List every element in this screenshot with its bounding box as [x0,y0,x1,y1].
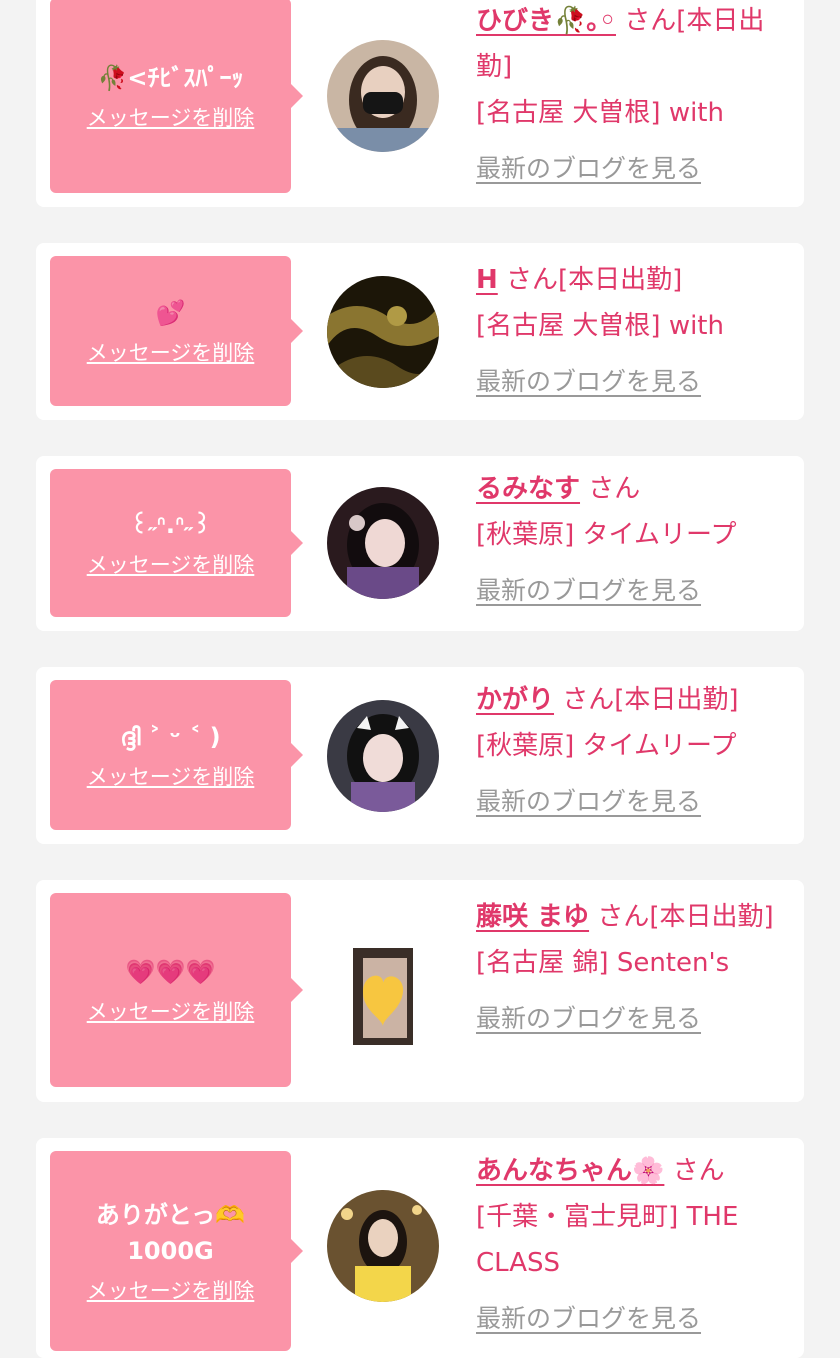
delete-message-link[interactable]: メッセージを削除 [87,996,255,1026]
message-text: ꒰˶ᐢ.ᐢ˶꒱ [129,511,212,539]
shop-name: [名古屋 大曽根] with [476,98,724,128]
delete-message-link[interactable]: メッセージを削除 [87,102,255,132]
message-card: 💗💗💗 メッセージを削除 藤咲 まゆ さん[本日出勤] [名古屋 錦] Sent… [36,880,804,1102]
message-text: 💗💗💗 [125,958,216,986]
message-text: 🥀<ﾁﾋﾞｽﾊﾟｰｯ [97,63,244,92]
message-card: 🥀<ﾁﾋﾞｽﾊﾟｰｯ メッセージを削除 ひびき🥀｡◦ さん[本日出勤] [名古屋… [36,0,804,207]
shop-name: [秋葉原] タイムリープ [476,731,737,761]
cast-name-link[interactable]: かがり [476,685,554,715]
avatar[interactable] [327,700,439,812]
avatar[interactable] [327,487,439,599]
blog-link[interactable]: 最新のブログを見る [476,146,701,192]
cast-status: さん[本日出勤] [506,265,683,295]
cast-name-link[interactable]: H [476,265,498,295]
blog-link[interactable]: 最新のブログを見る [476,359,701,405]
avatar[interactable] [327,276,439,388]
delete-message-link[interactable]: メッセージを削除 [87,1275,255,1305]
cast-info: かがり さん[本日出勤] [秋葉原] タイムリープ 最新のブログを見る [476,677,780,825]
message-card: 💕 メッセージを削除 H さん[本日出勤] [名古屋 大曽根] with 最新の… [36,243,804,420]
cast-status: さん [588,474,641,504]
cast-info: るみなす さん [秋葉原] タイムリープ 最新のブログを見る [476,466,780,614]
cast-status: さん[本日出勤] [562,685,739,715]
cast-info: ひびき🥀｡◦ さん[本日出勤] [名古屋 大曽根] with 最新のブログを見る [476,0,780,192]
message-card: ദ്ദി ˃ ᵕ ˂ ) メッセージを削除 かがり さん[本日出勤] [秋葉原]… [36,667,804,844]
shop-name: [名古屋 大曽根] with [476,311,724,341]
message-text: ദ്ദി ˃ ᵕ ˂ ) [120,723,221,751]
cast-name-link[interactable]: 藤咲 まゆ [476,902,589,932]
cast-status: さん [672,1156,725,1186]
cast-info: 藤咲 まゆ さん[本日出勤] [名古屋 錦] Senten's 最新のブログを見… [476,894,780,1042]
message-bubble: 💕 メッセージを削除 [50,256,303,406]
shop-name: [名古屋 錦] Senten's [476,948,730,978]
message-card: ありがとっ🫶 1000G メッセージを削除 あんなちゃん🌸 さん [千葉・富士見… [36,1138,804,1358]
cast-info: H さん[本日出勤] [名古屋 大曽根] with 最新のブログを見る [476,257,780,405]
blog-link[interactable]: 最新のブログを見る [476,1296,701,1342]
delete-message-link[interactable]: メッセージを削除 [87,549,255,579]
cast-name-link[interactable]: あんなちゃん🌸 [476,1156,664,1186]
cast-name-link[interactable]: ひびき🥀｡◦ [476,6,616,36]
message-text: ありがとっ🫶 1000G [95,1201,246,1265]
message-card: ꒰˶ᐢ.ᐢ˶꒱ メッセージを削除 るみなす さん [秋葉原] タイムリープ 最新… [36,456,804,631]
message-bubble: ദ്ദി ˃ ᵕ ˂ ) メッセージを削除 [50,680,303,830]
cast-name-link[interactable]: るみなす [476,474,580,504]
blog-link[interactable]: 最新のブログを見る [476,779,701,825]
avatar[interactable] [353,948,413,1045]
blog-link[interactable]: 最新のブログを見る [476,568,701,614]
message-bubble: 💗💗💗 メッセージを削除 [50,893,303,1087]
message-bubble: ありがとっ🫶 1000G メッセージを削除 [50,1151,303,1351]
delete-message-link[interactable]: メッセージを削除 [87,761,255,791]
delete-message-link[interactable]: メッセージを削除 [87,337,255,367]
cast-info: あんなちゃん🌸 さん [千葉・富士見町] THE CLASS 最新のブログを見る [476,1148,780,1342]
shop-name: [千葉・富士見町] THE CLASS [476,1202,739,1278]
message-bubble: ꒰˶ᐢ.ᐢ˶꒱ メッセージを削除 [50,469,303,617]
shop-name: [秋葉原] タイムリープ [476,520,737,550]
avatar[interactable] [327,40,439,152]
blog-link[interactable]: 最新のブログを見る [476,996,701,1042]
message-bubble: 🥀<ﾁﾋﾞｽﾊﾟｰｯ メッセージを削除 [50,0,303,193]
message-text: 💕 [155,299,186,327]
cast-status: さん[本日出勤] [597,902,774,932]
avatar[interactable] [327,1190,439,1302]
